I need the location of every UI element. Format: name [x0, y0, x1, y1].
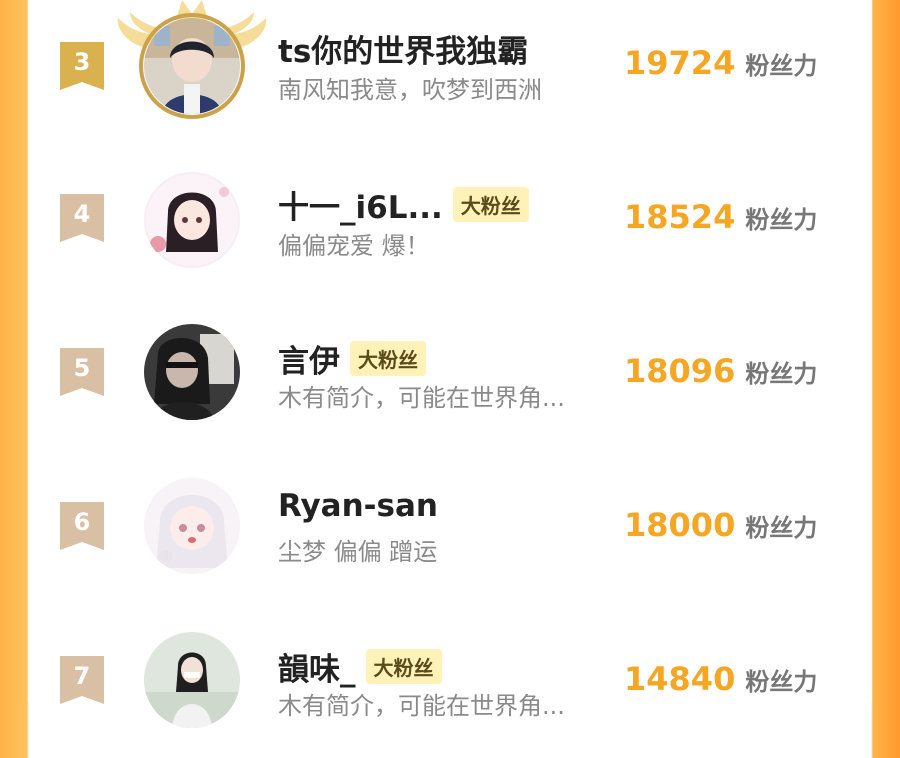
avatar[interactable] [144, 478, 240, 574]
rank-row[interactable]: 7 韻味_ 大粉丝 木有简介，可能在世界角... 14840 粉丝力 [28, 604, 872, 758]
score-value: 18524 [624, 198, 736, 236]
score-unit: 粉丝力 [745, 52, 818, 80]
score-value: 14840 [624, 660, 736, 698]
ranking-panel: 3 ts你的世界我独霸 南风知我意，吹梦到西洲 19724 粉丝力 4 十一_i… [28, 0, 872, 728]
rank-number: 7 [73, 662, 91, 690]
user-bio: 木有简介，可能在世界角... [278, 384, 565, 412]
user-bio: 木有简介，可能在世界角... [278, 692, 565, 720]
rank-row[interactable]: 6 Ryan-san 尘梦 偏偏 蹭运 18000 粉丝力 [28, 450, 872, 604]
user-name[interactable]: Ryan-san [278, 488, 438, 524]
name-line: 言伊 大粉丝 [278, 336, 426, 381]
user-bio: 尘梦 偏偏 蹭运 [278, 538, 438, 566]
rank-number: 3 [73, 48, 91, 76]
score-unit: 粉丝力 [745, 668, 818, 696]
avatar-image [144, 478, 240, 574]
user-name[interactable]: ts你的世界我独霸 [278, 26, 528, 71]
fan-score: 18524 粉丝力 [624, 198, 817, 236]
rank-badge: 4 [60, 194, 104, 242]
score-value: 18096 [624, 352, 736, 390]
score-value: 18000 [624, 506, 736, 544]
rank-badge: 6 [60, 502, 104, 550]
avatar[interactable] [144, 632, 240, 728]
user-name[interactable]: 十一_i6L... [278, 182, 443, 227]
avatar-image [144, 632, 240, 728]
avatar [144, 18, 240, 114]
rank-row[interactable]: 3 ts你的世界我独霸 南风知我意，吹梦到西洲 19724 粉丝力 [28, 0, 872, 144]
big-fan-badge: 大粉丝 [350, 341, 426, 376]
avatar-with-crown[interactable] [117, 0, 267, 119]
name-line: 韻味_ 大粉丝 [278, 644, 442, 689]
rank-badge: 5 [60, 348, 104, 396]
avatar[interactable] [144, 324, 240, 420]
score-unit: 粉丝力 [745, 360, 818, 388]
fan-score: 18096 粉丝力 [624, 352, 817, 390]
big-fan-badge: 大粉丝 [452, 187, 529, 222]
name-line: Ryan-san [278, 488, 438, 524]
rank-row[interactable]: 5 言伊 大粉丝 木有简介，可能在世界角... 18096 粉丝力 [28, 296, 872, 450]
user-name[interactable]: 韻味_ [278, 644, 356, 689]
name-line: 十一_i6L... 大粉丝 [278, 182, 529, 227]
big-fan-badge: 大粉丝 [365, 649, 442, 684]
fan-score: 14840 粉丝力 [624, 660, 817, 698]
score-value: 19724 [624, 44, 736, 82]
name-line: ts你的世界我独霸 [278, 26, 528, 71]
user-name[interactable]: 言伊 [278, 336, 340, 381]
rank-badge: 7 [60, 656, 104, 704]
rank-badge-gold: 3 [60, 42, 104, 90]
avatar-image [144, 172, 240, 268]
rank-number: 4 [73, 200, 91, 228]
user-bio: 偏偏宠爱 爆！ [278, 232, 430, 260]
fan-score: 19724 粉丝力 [624, 44, 817, 82]
rank-row[interactable]: 4 十一_i6L... 大粉丝 偏偏宠爱 爆！ 18524 粉丝力 [28, 142, 872, 296]
avatar[interactable] [144, 172, 240, 268]
rank-number: 6 [73, 508, 91, 536]
score-unit: 粉丝力 [745, 206, 818, 234]
rank-number: 5 [73, 354, 91, 382]
avatar-image [144, 324, 240, 420]
user-bio: 南风知我意，吹梦到西洲 [278, 76, 542, 104]
fan-score: 18000 粉丝力 [624, 506, 817, 544]
score-unit: 粉丝力 [745, 514, 818, 542]
